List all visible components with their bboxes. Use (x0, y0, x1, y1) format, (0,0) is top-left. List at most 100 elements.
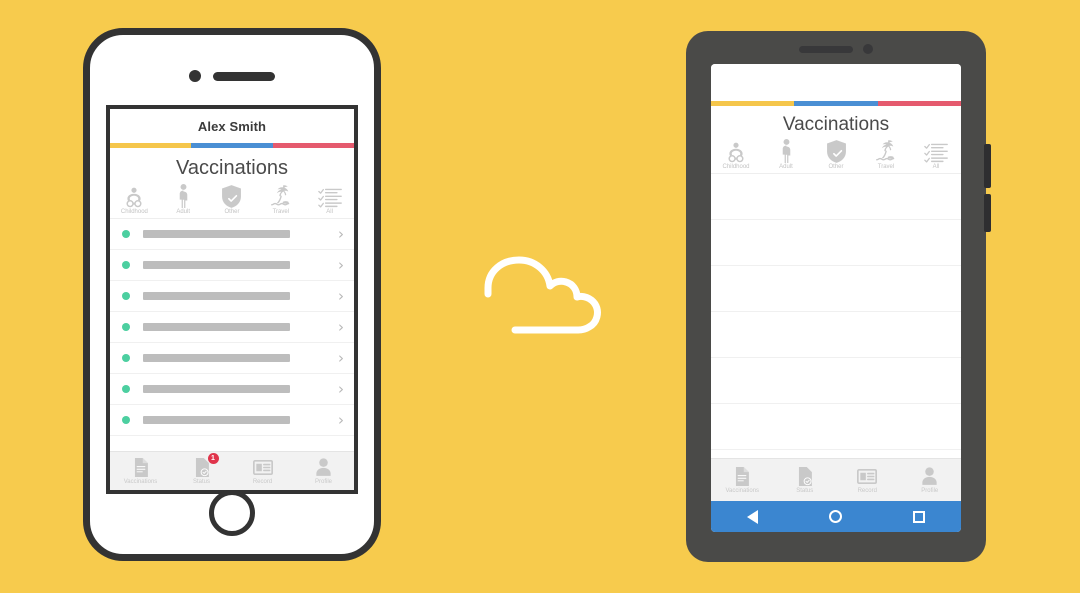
cloud-sync-icon (482, 256, 607, 336)
placeholder-bar (143, 354, 290, 362)
tablet-top-blank-bar (711, 64, 961, 101)
nav-back-button[interactable] (735, 501, 771, 532)
placeholder-bar (143, 323, 290, 331)
chevron-right-icon: › (338, 348, 344, 367)
triangle-back-icon (747, 509, 759, 524)
list-item[interactable]: › (711, 404, 961, 450)
category-label: Adult (779, 164, 793, 170)
person-icon (919, 466, 941, 486)
phone-page-title: Vaccinations (176, 157, 288, 179)
scene: Alex Smith Vaccinations Childhood Adult … (0, 0, 1080, 593)
tab-label: Profile (921, 488, 939, 494)
android-navigation-bar (711, 501, 961, 532)
front-camera-icon (189, 70, 201, 82)
tab-label: Vaccinations (123, 479, 158, 485)
status-badge: 1 (207, 453, 219, 464)
list-item[interactable]: › (110, 281, 354, 312)
list-item[interactable]: › (711, 220, 961, 266)
list-item[interactable]: › (110, 405, 354, 436)
category-all[interactable]: All (911, 139, 961, 170)
status-dot (122, 416, 130, 424)
tab-label: Record (857, 488, 877, 494)
list-item[interactable]: › (711, 266, 961, 312)
category-label: Adult (176, 209, 191, 215)
placeholder-bar (143, 261, 290, 269)
tab-profile[interactable]: Profile (293, 452, 354, 490)
tablet-tab-bar: Vaccinations Status Record Profile (711, 458, 961, 501)
person-icon (313, 457, 335, 477)
list-item[interactable]: › (110, 343, 354, 374)
tab-vaccinations[interactable]: Vaccinations (711, 459, 774, 501)
clipboard-check-icon: 1 (191, 453, 219, 477)
list-item[interactable]: › (711, 174, 961, 220)
status-dot (122, 230, 130, 238)
status-dot (122, 261, 130, 269)
tab-vaccinations[interactable]: Vaccinations (110, 452, 171, 490)
palm-tree-island-icon (873, 139, 899, 163)
category-adult[interactable]: Adult (159, 184, 208, 215)
earpiece-speaker-icon (213, 71, 275, 81)
category-other[interactable]: Other (208, 184, 257, 215)
adult-person-icon (170, 184, 196, 208)
list-item[interactable]: › (110, 219, 354, 250)
nav-recents-button[interactable] (901, 501, 937, 532)
list-item[interactable]: › (110, 250, 354, 281)
phone-device: Alex Smith Vaccinations Childhood Adult … (83, 28, 381, 561)
category-label: Other (224, 209, 240, 215)
phone-vaccination-list[interactable]: › › › › › › › (110, 219, 354, 451)
status-dot (122, 292, 130, 300)
volume-button[interactable] (984, 144, 991, 188)
category-childhood[interactable]: Childhood (110, 184, 159, 215)
phone-tab-bar: Vaccinations 1 Status Record Profile (110, 451, 354, 490)
placeholder-bar (143, 416, 290, 424)
document-icon (130, 457, 152, 477)
category-childhood[interactable]: Childhood (711, 139, 761, 170)
tablet-top-hardware (686, 41, 986, 57)
baby-icon (723, 139, 749, 163)
list-item[interactable]: › (711, 358, 961, 404)
category-travel[interactable]: Travel (861, 139, 911, 170)
user-name: Alex Smith (197, 118, 267, 134)
category-adult[interactable]: Adult (761, 139, 811, 170)
checklist-icon (317, 184, 343, 208)
chevron-right-icon: › (338, 286, 344, 305)
tab-record[interactable]: Record (836, 459, 899, 501)
phone-top-hardware (90, 69, 374, 83)
checklist-icon (923, 139, 949, 163)
id-card-icon (252, 457, 274, 477)
list-item[interactable]: › (711, 450, 961, 458)
tab-label: Status (796, 488, 814, 494)
category-travel[interactable]: Travel (256, 184, 305, 215)
list-item[interactable]: › (110, 312, 354, 343)
category-label: All (932, 164, 940, 170)
list-item[interactable]: › (110, 374, 354, 405)
tablet-vaccination-list[interactable]: ››››››› (711, 174, 961, 458)
category-label: Travel (877, 164, 895, 170)
category-all[interactable]: All (305, 184, 354, 215)
circle-home-icon (829, 510, 843, 523)
tab-record[interactable]: Record (232, 452, 293, 490)
chevron-right-icon: › (338, 410, 344, 429)
category-other[interactable]: Other (811, 139, 861, 170)
palm-tree-island-icon (268, 184, 294, 208)
chevron-right-icon: › (338, 379, 344, 398)
tab-label: Vaccinations (725, 488, 760, 494)
document-icon (731, 466, 753, 486)
list-item[interactable]: › (711, 312, 961, 358)
adult-person-icon (773, 139, 799, 163)
tab-profile[interactable]: Profile (899, 459, 962, 501)
placeholder-bar (143, 385, 290, 393)
tab-status[interactable]: Status (774, 459, 837, 501)
status-dot (122, 354, 130, 362)
status-dot (122, 323, 130, 331)
tablet-device: Vaccinations Childhood Adult Other Trave… (686, 31, 991, 562)
tab-status[interactable]: 1 Status (171, 452, 232, 490)
phone-user-name-bar: Alex Smith (110, 109, 354, 143)
category-label: Travel (272, 209, 290, 215)
tab-label: Status (192, 479, 210, 485)
category-label: Other (828, 164, 844, 170)
placeholder-bar (143, 230, 290, 238)
power-button[interactable] (984, 194, 991, 232)
home-button[interactable] (209, 490, 255, 536)
nav-home-button[interactable] (818, 501, 854, 532)
